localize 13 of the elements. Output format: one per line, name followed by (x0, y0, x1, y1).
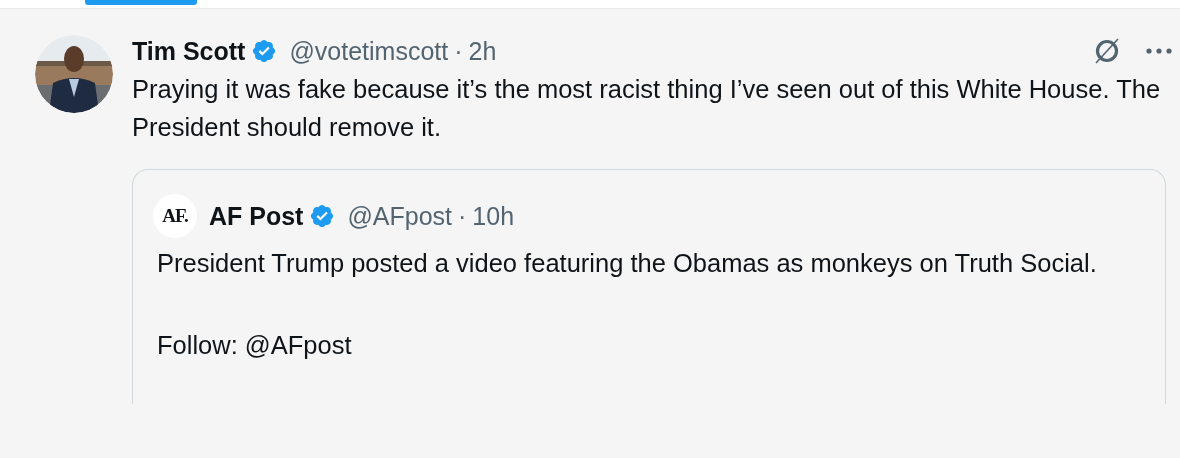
quoted-post-text: Follow: @AFpost (157, 330, 353, 361)
quoted-post-text: President Trump posted a video featuring the Obamas as monkeys on Truth Social. (157, 248, 1098, 279)
post-time[interactable]: 2h (468, 36, 497, 66)
author-handle[interactable]: @votetimscott (289, 36, 449, 66)
post-time[interactable]: 10h (472, 201, 515, 231)
separator: · (454, 36, 463, 66)
author-name[interactable]: Tim Scott (132, 36, 246, 66)
separator: · (458, 201, 467, 231)
quoted-post-card[interactable]: AF. AF Post @AFpost · 10h President Trump posted a video featuring the Obamas as monkeys on Truth Social. Follow: @AFpost (132, 169, 1166, 404)
post-text: Praying it was fake because it’s the most racist thing I’ve seen out of this White House. The President should remove it. (132, 74, 1162, 143)
logo: AF. (153, 194, 197, 238)
author-name[interactable]: AF Post (209, 201, 304, 231)
author-handle[interactable]: @AFpost (347, 201, 453, 231)
